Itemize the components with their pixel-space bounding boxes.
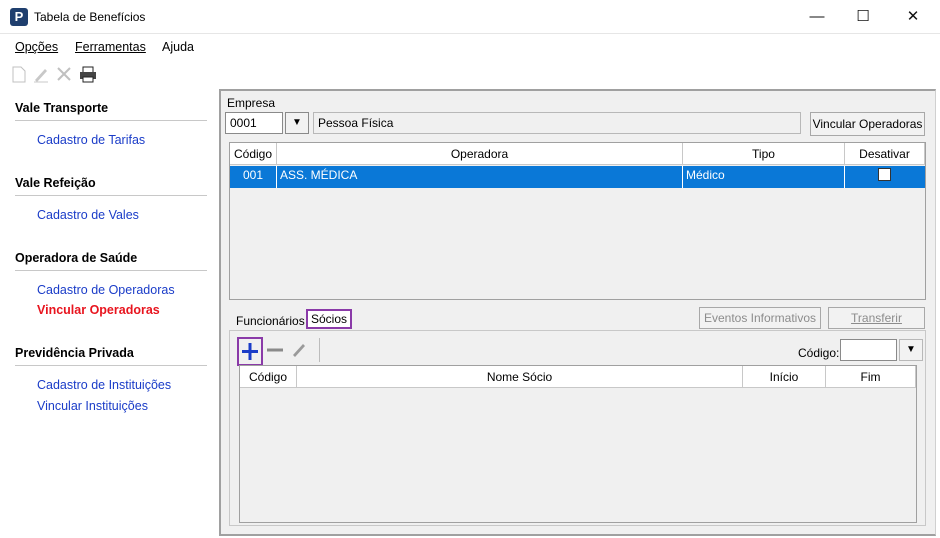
menu-opcoes-label: Opções [15,40,59,54]
table-row[interactable]: 001 ASS. MÉDICA Médico [230,166,925,188]
menu-ferramentas-label: Ferramentas [75,40,146,54]
link-vincular-instituicoes[interactable]: Vincular Instituições [37,399,148,413]
window-title: Tabela de Benefícios [34,10,146,24]
socio-codigo-input[interactable] [840,339,897,361]
menu-ajuda-label: Ajuda [162,40,194,54]
section-previdencia-privada: Previdência Privada [15,346,134,360]
link-cadastro-tarifas[interactable]: Cadastro de Tarifas [37,133,145,147]
tab-funcionarios[interactable]: Funcionários [236,314,305,328]
plus-icon [242,343,258,360]
menu-ajuda[interactable]: Ajuda [162,40,194,54]
empresa-name-field: Pessoa Física [313,112,801,134]
toolbar [0,62,940,88]
vincular-operadoras-button[interactable]: Vincular Operadoras [810,112,925,136]
empresa-code-field[interactable]: 0001 [225,112,283,134]
minus-icon [267,348,283,352]
section-vale-refeicao: Vale Refeição [15,176,96,190]
section-divider [15,195,207,196]
cell-desativar [845,166,925,188]
empresa-label: Empresa [227,96,276,110]
operadoras-grid: Código Operadora Tipo Desativar 001 ASS.… [229,142,926,300]
section-divider [15,365,207,366]
empresa-dropdown-button[interactable]: ▼ [285,112,309,134]
cell-tipo: Médico [683,166,845,188]
col-header-fim[interactable]: Fim [826,366,916,388]
edit-socio-button[interactable] [289,340,309,360]
link-cadastro-operadoras[interactable]: Cadastro de Operadoras [37,283,175,297]
section-divider [15,120,207,121]
chevron-down-icon: ▼ [292,117,302,128]
desativar-checkbox[interactable] [878,168,891,181]
col-header-operadora[interactable]: Operadora [277,143,683,165]
col-header-desativar[interactable]: Desativar [845,143,925,165]
print-icon[interactable] [79,66,97,84]
socio-codigo-dropdown[interactable]: ▼ [899,339,923,361]
maximize-button[interactable]: ☐ [840,0,886,34]
delete-x-icon[interactable] [55,66,73,84]
edit-pencil-icon [293,344,305,357]
transferir-label: Transferir [851,311,902,325]
transferir-button[interactable]: Transferir [828,307,925,329]
toolbar-separator [319,338,320,362]
close-button[interactable]: ✕ [890,0,936,34]
link-vincular-operadoras[interactable]: Vincular Operadoras [37,303,160,317]
menu-ferramentas[interactable]: Ferramentas [75,40,146,54]
cell-operadora: ASS. MÉDICA [277,166,683,188]
section-divider [15,270,207,271]
add-socio-button[interactable] [237,337,263,366]
eventos-informativos-button[interactable]: Eventos Informativos [699,307,821,329]
link-cadastro-vales[interactable]: Cadastro de Vales [37,208,139,222]
col-header-nome-socio[interactable]: Nome Sócio [297,366,743,388]
col-header-codigo[interactable]: Código [230,143,277,165]
chevron-down-icon: ▼ [906,344,916,355]
link-cadastro-instituicoes[interactable]: Cadastro de Instituições [37,378,171,392]
edit-pencil-icon[interactable] [32,66,50,84]
section-vale-transporte: Vale Transporte [15,101,109,115]
section-operadora-saude: Operadora de Saúde [15,251,138,265]
col-header-inicio[interactable]: Início [743,366,826,388]
remove-socio-button[interactable] [265,340,285,360]
socios-grid: Código Nome Sócio Início Fim [239,365,917,523]
menu-opcoes[interactable]: Opções [15,40,58,54]
tab-socios[interactable]: Sócios [306,309,353,329]
cell-codigo: 001 [230,166,277,188]
col-header-codigo[interactable]: Código [240,366,297,388]
socio-codigo-label: Código: [798,346,840,360]
minimize-button[interactable]: — [794,0,840,34]
col-header-tipo[interactable]: Tipo [683,143,845,165]
new-document-icon[interactable] [10,66,28,84]
app-logo-icon: P [10,8,28,26]
